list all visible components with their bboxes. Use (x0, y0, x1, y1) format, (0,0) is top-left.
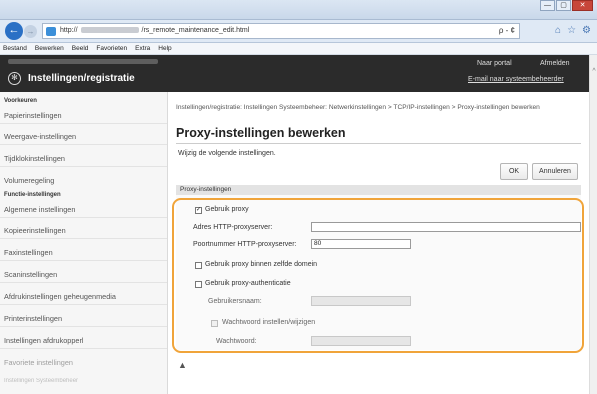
sidebar-item-afdrukopperl[interactable]: Instellingen afdrukopperl (4, 336, 166, 345)
section-header: Proxy-instellingen (176, 185, 581, 195)
url-redacted (80, 27, 139, 34)
sidebar-divider (0, 144, 167, 145)
sidebar: Voorkeuren Papierinstellingen Weergave-i… (0, 92, 168, 394)
ok-button[interactable]: OK (500, 163, 528, 180)
browser-menubar: Bestand Bewerken Beeld Favorieten Extra … (0, 43, 597, 55)
sidebar-item-fax[interactable]: Faxinstellingen (4, 248, 166, 257)
sidebar-divider (0, 326, 167, 327)
device-name-redacted (8, 59, 158, 64)
sidebar-item-geheugenmedia[interactable]: Afdrukinstellingen geheugenmedia (4, 292, 166, 301)
sidebar-item-systeembeheer[interactable]: Instellingen Systeembeheer (4, 378, 166, 384)
menu-bewerken[interactable]: Bewerken (35, 43, 64, 54)
url-suffix: /rs_remote_maintenance_edit.html (141, 27, 250, 34)
minimize-button[interactable]: — (540, 0, 555, 11)
back-to-top-icon[interactable]: ▲ (178, 360, 187, 370)
sidebar-section-voorkeuren: Voorkeuren (4, 98, 37, 104)
menu-help[interactable]: Help (158, 43, 171, 54)
sidebar-section-functie: Functie-instellingen (4, 192, 61, 198)
window-controls: — ▢ ✕ (539, 0, 593, 11)
menu-favorieten[interactable]: Favorieten (96, 43, 127, 54)
menu-beeld[interactable]: Beeld (72, 43, 89, 54)
title-divider (176, 143, 581, 144)
scroll-up-arrow-icon[interactable]: ^ (590, 68, 597, 75)
forward-arrow-icon[interactable]: → (24, 25, 37, 38)
url-field[interactable]: http:///rs_remote_maintenance_edit.html … (42, 23, 520, 39)
sidebar-item-volume[interactable]: Volumeregeling (4, 176, 166, 185)
sidebar-divider (0, 123, 167, 124)
url-text: http:// /rs_remote_maintenance_edit.html (60, 27, 249, 34)
back-arrow-icon[interactable]: ← (5, 22, 23, 40)
sidebar-item-papierinstellingen[interactable]: Papierinstellingen (4, 111, 166, 120)
page-app-title: Instellingen/registratie (28, 73, 135, 84)
logout-link[interactable]: Afmelden (540, 60, 570, 67)
sidebar-divider (0, 348, 167, 349)
vertical-scrollbar[interactable]: ^ (589, 55, 597, 394)
sidebar-item-favoriet[interactable]: Favoriete instellingen (4, 358, 166, 367)
sidebar-divider (0, 217, 167, 218)
sidebar-divider (0, 282, 167, 283)
sidebar-item-tijdklok[interactable]: Tijdklokinstellingen (4, 154, 166, 163)
sidebar-divider (0, 238, 167, 239)
sidebar-item-algemeen[interactable]: Algemene instellingen (4, 205, 166, 214)
close-window-button[interactable]: ✕ (572, 0, 593, 11)
address-bar-row: ← → http:// /rs_remote_maintenance_edit.h… (0, 20, 597, 43)
portal-link[interactable]: Naar portal (477, 60, 512, 67)
page-header: ✻ Instellingen/registratie Naar portal A… (0, 55, 589, 92)
maximize-button[interactable]: ▢ (556, 0, 571, 11)
browser-titlebar: — ▢ ✕ (0, 0, 597, 20)
favorites-star-icon[interactable]: ☆ (567, 25, 576, 36)
settings-logo-icon: ✻ (8, 72, 21, 85)
sidebar-divider (0, 260, 167, 261)
sidebar-divider (0, 304, 167, 305)
sidebar-item-kopieer[interactable]: Kopieerinstellingen (4, 226, 166, 235)
sidebar-item-scan[interactable]: Scaninstellingen (4, 270, 166, 279)
sidebar-divider (0, 166, 167, 167)
page-favicon-icon (46, 27, 56, 36)
settings-gear-icon[interactable]: ⚙ (582, 25, 591, 36)
cancel-button[interactable]: Annuleren (532, 163, 578, 180)
search-refresh-icon[interactable]: ρ - ¢ (499, 26, 515, 35)
email-admin-link[interactable]: E-mail naar systeembeheerder (468, 76, 564, 83)
url-prefix: http:// (60, 27, 78, 34)
menu-bestand[interactable]: Bestand (3, 43, 27, 54)
sidebar-item-printer[interactable]: Printerinstellingen (4, 314, 166, 323)
menu-extra[interactable]: Extra (135, 43, 150, 54)
toolbar-icons: ⌂ ☆ ⚙ (555, 25, 591, 36)
sidebar-item-weergave[interactable]: Weergave-instellingen (4, 132, 166, 141)
breadcrumb: Instellingen/registratie: Instellingen S… (176, 104, 540, 111)
page-title: Proxy-instellingen bewerken (176, 126, 346, 140)
home-icon[interactable]: ⌂ (555, 25, 561, 36)
instruction-text: Wijzig de volgende instellingen. (178, 150, 276, 157)
highlight-frame (172, 198, 584, 353)
